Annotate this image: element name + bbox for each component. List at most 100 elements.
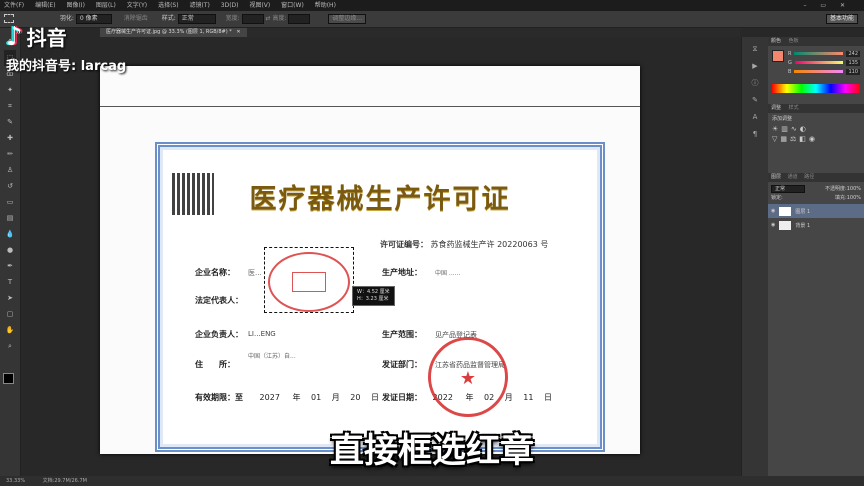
crop-tool-icon[interactable]: ⌗ — [4, 98, 16, 114]
responsible-label: 企业负责人： — [195, 330, 243, 339]
official-seal: ★ — [428, 337, 508, 417]
tab-adjustments[interactable]: 调整 — [771, 105, 781, 111]
b-slider[interactable] — [794, 70, 844, 73]
tiktok-account: 我的抖音号: larcag — [6, 59, 127, 74]
document-size[interactable]: 文档:29.7M/26.7M — [43, 478, 87, 484]
tools-panel: ✥ ⬚ ꝏ ✦ ⌗ ✎ ✚ ✏ ♙ ↺ ▭ ▤ 💧 ● ✒ T ➤ ▢ ✋ ⌕ — [0, 28, 21, 476]
window-controls[interactable]: – ▭ ✕ — [803, 0, 851, 11]
menu-filter[interactable]: 滤镜(T) — [190, 2, 210, 9]
menu-3d[interactable]: 3D(D) — [221, 2, 239, 9]
character-icon[interactable]: A — [742, 109, 768, 126]
selection-marquee[interactable] — [264, 247, 354, 313]
levels-icon[interactable]: ▥ — [781, 125, 791, 133]
layers-panel-tabs: 图层 通道 路径 — [768, 173, 864, 182]
healing-brush-icon[interactable]: ✚ — [4, 130, 16, 146]
g-slider[interactable] — [794, 61, 844, 64]
document-canvas[interactable]: 医疗器械生产许可证 许可证编号： 苏食药监械生产许 20220063 号 企业名… — [100, 66, 640, 454]
close-icon[interactable]: ✕ — [236, 29, 240, 35]
brush-preset-icon[interactable]: ✎ — [742, 92, 768, 109]
blur-tool-icon[interactable]: 💧 — [4, 226, 16, 242]
layer-name[interactable]: 背景 1 — [795, 222, 810, 229]
height-input[interactable] — [288, 13, 311, 24]
layer-row[interactable]: ◉ 背景 1 — [768, 218, 864, 232]
width-input[interactable] — [241, 13, 264, 24]
info-icon[interactable]: ⓘ — [742, 75, 768, 92]
b-value[interactable]: 110 — [846, 68, 860, 75]
menu-help[interactable]: 帮助(H) — [315, 2, 336, 9]
style-select[interactable]: 正常 — [177, 13, 216, 24]
responsible-value: LI...ENG — [248, 330, 276, 338]
pen-tool-icon[interactable]: ✒ — [4, 258, 16, 274]
history-brush-icon[interactable]: ↺ — [4, 178, 16, 194]
swap-icon[interactable]: ⇄ — [265, 15, 270, 22]
balance-icon[interactable]: ⚖ — [790, 135, 799, 143]
curves-icon[interactable]: ∿ — [791, 125, 800, 133]
bw-icon[interactable]: ◧ — [799, 135, 809, 143]
menu-select[interactable]: 选择(S) — [158, 2, 179, 9]
menu-view[interactable]: 视图(V) — [249, 2, 270, 9]
menu-edit[interactable]: 编辑(E) — [35, 2, 55, 9]
hand-tool-icon[interactable]: ✋ — [4, 322, 16, 338]
color-swatch[interactable] — [772, 50, 784, 62]
tab-styles[interactable]: 样式 — [789, 105, 799, 111]
fill-value[interactable]: 100% — [847, 195, 861, 201]
validity-year: 2027 — [259, 393, 280, 402]
eye-icon[interactable]: ◉ — [771, 222, 775, 228]
r-value[interactable]: 242 — [846, 50, 860, 57]
company-value: 医... — [248, 269, 262, 277]
tab-color[interactable]: 颜色 — [771, 38, 781, 44]
opacity-value[interactable]: 100% — [847, 186, 861, 192]
menu-type[interactable]: 文字(Y) — [127, 2, 147, 9]
tab-layers[interactable]: 图层 — [771, 174, 781, 180]
unit-day-2: 日 — [544, 393, 553, 402]
photo-filter-icon[interactable]: ◉ — [809, 135, 818, 143]
issuer-label: 发证部门： — [382, 360, 422, 369]
hue-icon[interactable]: ▦ — [780, 135, 790, 143]
stamp-tool-icon[interactable]: ♙ — [4, 162, 16, 178]
zoom-tool-icon[interactable]: ⌕ — [4, 338, 16, 354]
layer-row[interactable]: ◉ 图层 1 — [768, 204, 864, 218]
menu-bar: 文件(F) 编辑(E) 图像(I) 图层(L) 文字(Y) 选择(S) 滤镜(T… — [0, 0, 864, 11]
dodge-tool-icon[interactable]: ● — [4, 242, 16, 258]
opacity-label: 不透明度: — [825, 186, 847, 192]
adjust-title: 添加调整 — [772, 116, 793, 122]
blend-mode-select[interactable]: 正常 — [771, 184, 805, 193]
r-slider[interactable] — [794, 52, 844, 55]
exposure-icon[interactable]: ◐ — [800, 125, 809, 133]
tab-channels[interactable]: 通道 — [788, 174, 798, 180]
shape-tool-icon[interactable]: ▢ — [4, 306, 16, 322]
status-bar: 33.33% 文档:29.7M/26.7M — [0, 476, 864, 486]
refine-edge-button[interactable]: 调整边缘... — [328, 13, 367, 24]
brightness-icon[interactable]: ☀ — [772, 125, 781, 133]
path-select-icon[interactable]: ➤ — [4, 290, 16, 306]
antialias-checkbox[interactable]: 消除锯齿 — [124, 15, 148, 22]
tab-swatches[interactable]: 色板 — [789, 38, 799, 44]
workspace-select[interactable]: 基本功能 — [825, 14, 858, 24]
width-label: 宽度: — [225, 15, 240, 22]
g-value[interactable]: 135 — [846, 59, 860, 66]
brush-tool-icon[interactable]: ✏ — [4, 146, 16, 162]
feather-label: 羽化: — [59, 15, 74, 22]
history-icon[interactable]: ⧖ — [742, 41, 768, 58]
zoom-level[interactable]: 33.33% — [6, 478, 25, 484]
issue-day: 11 — [523, 393, 534, 402]
eyedropper-icon[interactable]: ✎ — [4, 114, 16, 130]
paragraph-icon[interactable]: ¶ — [742, 126, 768, 143]
tab-paths[interactable]: 路径 — [804, 174, 814, 180]
type-tool-icon[interactable]: T — [4, 274, 16, 290]
right-panels: 颜色 色板 R 242 G 135 B 110 调整 样式 添加调整 ☀▥∿◐ ▽▦⚖… — [768, 37, 864, 476]
layers-panel: 正常 不透明度:100% 锁定: 填充:100% ◉ 图层 1 ◉ 背景 1 — [768, 182, 864, 234]
magic-wand-icon[interactable]: ✦ — [4, 82, 16, 98]
menu-file[interactable]: 文件(F) — [4, 2, 24, 9]
adjust-panel-tabs: 调整 样式 — [768, 104, 864, 113]
eraser-tool-icon[interactable]: ▭ — [4, 194, 16, 210]
actions-icon[interactable]: ▶ — [742, 58, 768, 75]
layer-name[interactable]: 图层 1 — [795, 208, 810, 215]
eye-icon[interactable]: ◉ — [771, 208, 775, 214]
menu-layer[interactable]: 图层(L) — [96, 2, 116, 9]
menu-window[interactable]: 窗口(W) — [281, 2, 304, 9]
color-spectrum[interactable] — [772, 84, 860, 93]
gradient-tool-icon[interactable]: ▤ — [4, 210, 16, 226]
menu-image[interactable]: 图像(I) — [66, 2, 84, 9]
foreground-color-swatch[interactable] — [3, 373, 14, 384]
